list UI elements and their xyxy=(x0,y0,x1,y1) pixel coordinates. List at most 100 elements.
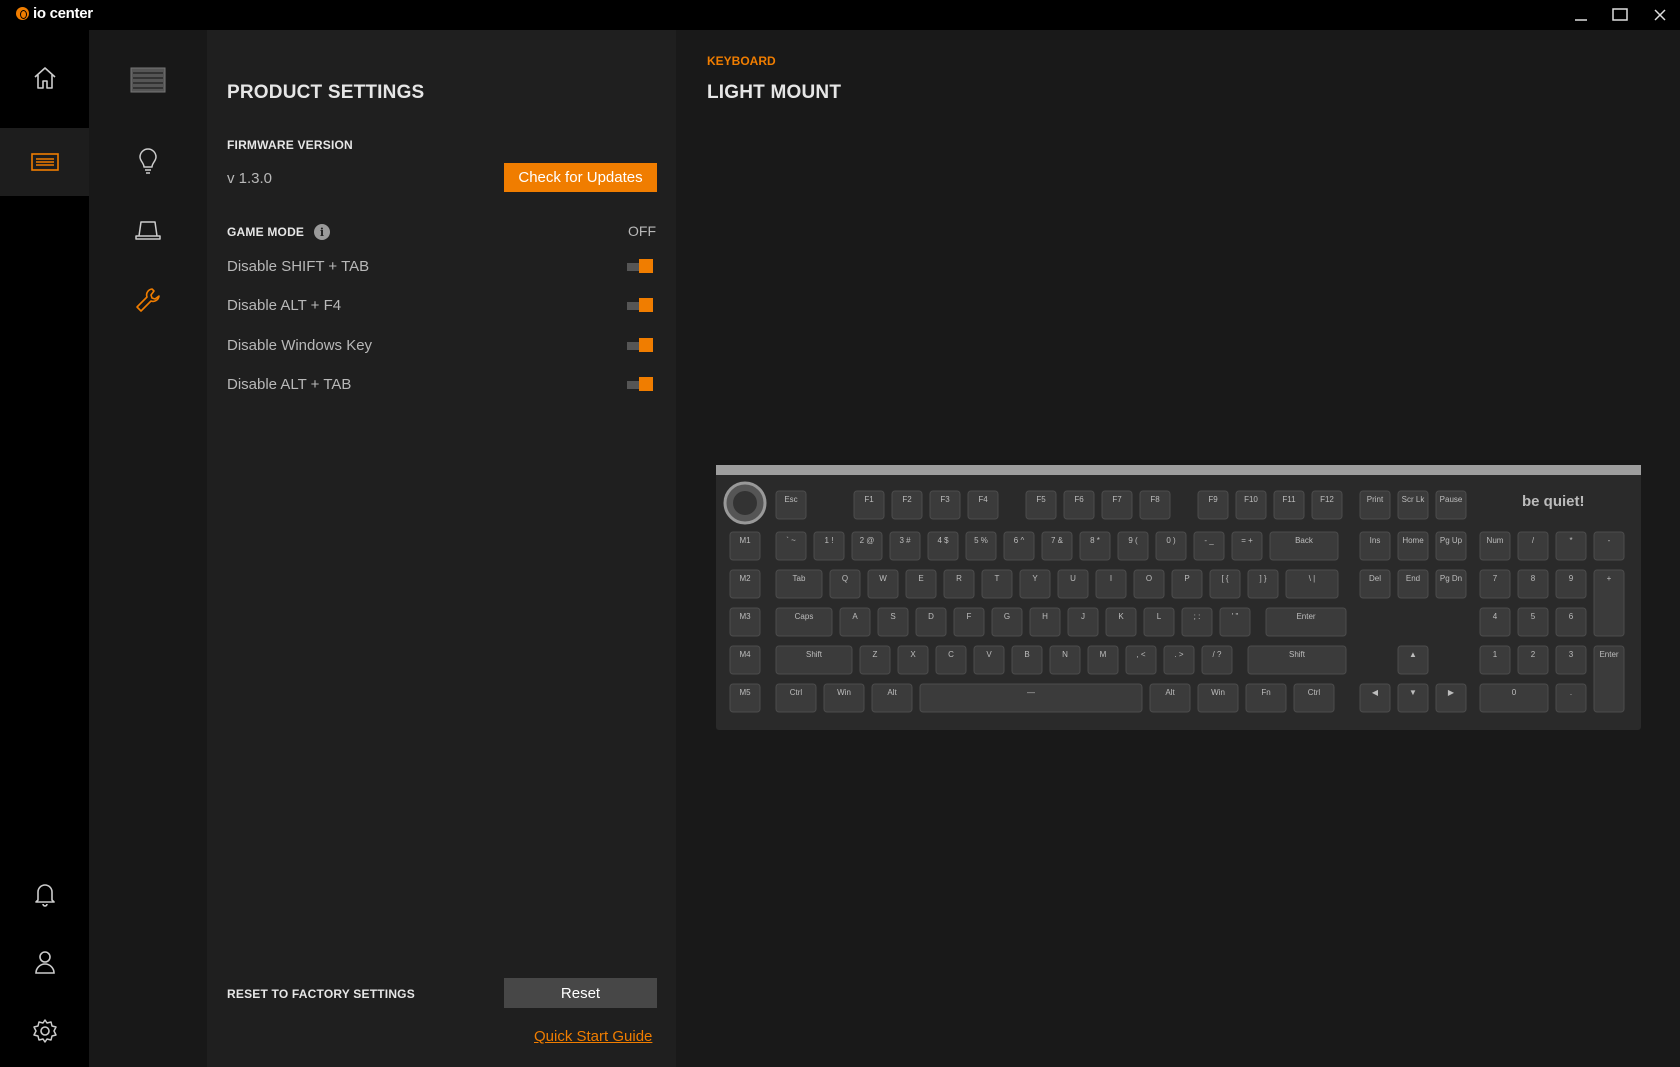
keycap-label: ; : xyxy=(1194,612,1201,621)
page-title: PRODUCT SETTINGS xyxy=(227,82,425,103)
quick-start-guide-link[interactable]: Quick Start Guide xyxy=(534,1028,652,1045)
keycap-label: Del xyxy=(1369,574,1381,583)
close-button[interactable] xyxy=(1641,0,1679,30)
keycap-label: 3 xyxy=(1569,650,1574,659)
keycap-label: Enter xyxy=(1599,650,1618,659)
keycap-label: ◀ xyxy=(1372,688,1379,697)
keycap-label: M2 xyxy=(739,574,751,583)
app-name: io center xyxy=(33,5,93,22)
keycap-label: H xyxy=(1042,612,1048,621)
nav-home[interactable] xyxy=(0,44,89,112)
keycap-label: V xyxy=(986,650,992,659)
maximize-button[interactable] xyxy=(1601,0,1639,30)
keycap-label: F1 xyxy=(864,495,874,504)
toggle-knob xyxy=(639,338,653,352)
keycap-label: F7 xyxy=(1112,495,1122,504)
keycap-label: 9 xyxy=(1569,574,1574,583)
home-icon xyxy=(33,67,56,89)
toggle-alt-f4[interactable] xyxy=(627,298,653,312)
keycap-label: — xyxy=(1027,688,1035,697)
keycap-label: R xyxy=(956,574,962,583)
keycap-label: ▲ xyxy=(1409,650,1417,659)
keycap-label: Tab xyxy=(793,574,806,583)
sub-nav-lighting[interactable] xyxy=(89,134,207,190)
sub-nav-device[interactable] xyxy=(89,52,207,108)
keycap-label: 6 xyxy=(1569,612,1574,621)
info-icon[interactable]: i xyxy=(314,224,330,240)
toggle-windows-key[interactable] xyxy=(627,338,653,352)
maximize-icon xyxy=(1612,8,1628,21)
keycap-label: 4 xyxy=(1493,612,1498,621)
nav-account[interactable] xyxy=(0,928,89,996)
reset-button[interactable]: Reset xyxy=(504,978,657,1008)
keycap-label: Shift xyxy=(1289,650,1306,659)
keycap-label: Num xyxy=(1487,536,1504,545)
keycap-label: Q xyxy=(842,574,848,583)
app-logo: io center xyxy=(16,5,93,22)
keycap-label: Ctrl xyxy=(790,688,803,697)
keycap-label: Ins xyxy=(1370,536,1381,545)
keycap-label: F4 xyxy=(978,495,988,504)
keycap-label: I xyxy=(1110,574,1112,583)
keycap-label: 8 xyxy=(1531,574,1536,583)
keycap-label: + xyxy=(1607,574,1612,583)
keycap-label: F10 xyxy=(1244,495,1258,504)
keycap-label: F8 xyxy=(1150,495,1160,504)
option-label-alt-f4: Disable ALT + F4 xyxy=(227,297,342,314)
title-bar: io center xyxy=(0,0,1680,30)
keycap-label: 3 # xyxy=(899,536,911,545)
keycap-label: Alt xyxy=(887,688,897,697)
keycap-label: F9 xyxy=(1208,495,1218,504)
keycap-label: Home xyxy=(1402,536,1424,545)
firmware-label: FIRMWARE VERSION xyxy=(227,138,353,152)
keycap-label: O xyxy=(1146,574,1152,583)
option-label-shift-tab: Disable SHIFT + TAB xyxy=(227,258,370,275)
keycap-label: M5 xyxy=(739,688,751,697)
keycap-label: End xyxy=(1406,574,1420,583)
nav-settings[interactable] xyxy=(0,997,89,1065)
keycap-label: Win xyxy=(837,688,851,697)
keycap-label: F xyxy=(967,612,972,621)
firmware-version: v 1.3.0 xyxy=(227,170,273,187)
reset-label: RESET TO FACTORY SETTINGS xyxy=(227,987,415,1001)
close-icon xyxy=(1654,9,1666,21)
laptop-icon xyxy=(135,221,161,240)
keycap-label: J xyxy=(1081,612,1085,621)
keycap-label: 0 xyxy=(1512,688,1517,697)
wrench-icon xyxy=(136,288,160,312)
sub-nav-settings[interactable] xyxy=(89,272,207,328)
device-name: LIGHT MOUNT xyxy=(707,82,842,103)
keycap-label: L xyxy=(1157,612,1162,621)
keycap-label: Shift xyxy=(806,650,823,659)
toggle-shift-tab[interactable] xyxy=(627,259,653,273)
keycap-label: 2 xyxy=(1531,650,1536,659)
user-icon xyxy=(34,951,55,974)
toggle-knob xyxy=(639,377,653,391)
keycap-label: F3 xyxy=(940,495,950,504)
keycap-label: Ctrl xyxy=(1308,688,1321,697)
keycap-label: F2 xyxy=(902,495,912,504)
volume-knob-center xyxy=(733,491,757,515)
keycap-label: 1 xyxy=(1493,650,1498,659)
settings-panel: PRODUCT SETTINGS FIRMWARE VERSION v 1.3.… xyxy=(207,30,676,1067)
keycap-label: [ { xyxy=(1221,574,1228,583)
keycap-label: = + xyxy=(1241,536,1253,545)
sub-nav-device-view[interactable] xyxy=(89,203,207,259)
game-mode-status: OFF xyxy=(628,223,656,239)
keycap-label: Fn xyxy=(1261,688,1270,697)
keycap-label: Esc xyxy=(784,495,797,504)
keycap-label: Y xyxy=(1032,574,1038,583)
keycap-label: 6 ^ xyxy=(1014,536,1025,545)
nav-keyboard[interactable] xyxy=(0,128,89,196)
keycap-label: 7 xyxy=(1493,574,1498,583)
keyboard-brand: be quiet! xyxy=(1522,493,1585,510)
keycap-label: Win xyxy=(1211,688,1225,697)
brand-logo-icon xyxy=(16,7,29,20)
nav-notifications[interactable] xyxy=(0,860,89,928)
check-updates-button[interactable]: Check for Updates xyxy=(504,163,657,192)
keycap-label: Scr Lk xyxy=(1402,495,1426,504)
toggle-alt-tab[interactable] xyxy=(627,377,653,391)
keycap-label: M4 xyxy=(739,650,751,659)
keycap-label: Alt xyxy=(1165,688,1175,697)
minimize-button[interactable] xyxy=(1562,0,1600,30)
